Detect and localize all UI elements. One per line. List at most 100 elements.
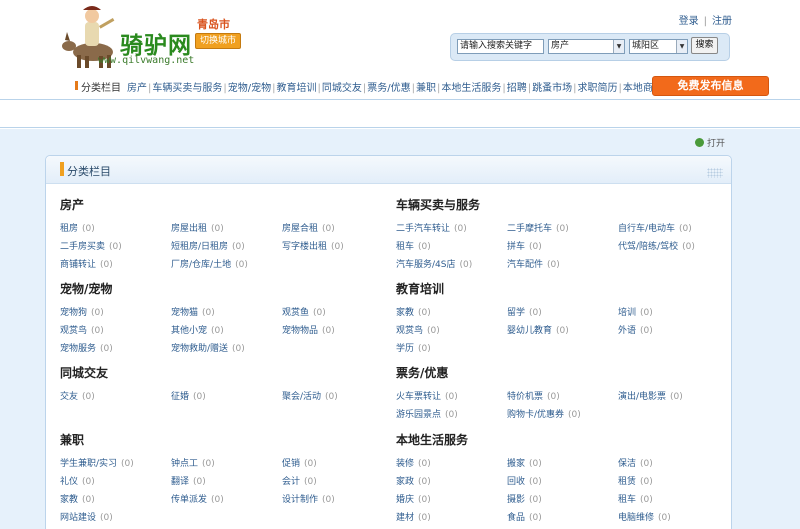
area-select[interactable]: 城阳区 ▼: [629, 39, 688, 54]
category-link[interactable]: 家教 (0): [60, 492, 95, 505]
search-button[interactable]: 搜索: [691, 37, 718, 54]
category-link[interactable]: 汽车服务/4S店 (0): [396, 257, 472, 270]
section-title[interactable]: 房产: [60, 196, 84, 213]
register-link[interactable]: 注册: [712, 16, 732, 27]
nav-item[interactable]: 兼职: [416, 83, 436, 94]
category-link[interactable]: 二手摩托车 (0): [507, 221, 569, 234]
category-link[interactable]: 家政 (0): [396, 474, 431, 487]
category-link-label: 短租房/日租房: [171, 242, 229, 252]
category-link[interactable]: 学历 (0): [396, 341, 431, 354]
category-link[interactable]: 游乐园景点 (0): [396, 407, 458, 420]
publish-info-button[interactable]: 免费发布信息: [652, 76, 769, 96]
nav-item[interactable]: 宠物/宠物: [228, 83, 271, 94]
category-link[interactable]: 宠物物品 (0): [282, 323, 335, 336]
category-link[interactable]: 征婚 (0): [171, 389, 206, 402]
category-link[interactable]: 学生兼职/实习 (0): [60, 456, 134, 469]
category-link[interactable]: 宠物狗 (0): [60, 305, 104, 318]
category-link[interactable]: 摄影 (0): [507, 492, 542, 505]
nav-item[interactable]: 本地生活服务: [441, 83, 501, 94]
nav-item[interactable]: 车辆买卖与服务: [152, 83, 222, 94]
category-link[interactable]: 促销 (0): [282, 456, 317, 469]
category-count: (0): [121, 459, 134, 469]
category-link-label: 宠物物品: [282, 326, 319, 336]
category-link[interactable]: 宠物救助/赠送 (0): [171, 341, 245, 354]
nav-item[interactable]: 求职简历: [578, 83, 618, 94]
switch-city-button[interactable]: 切换城市: [195, 33, 242, 49]
nav-item[interactable]: 同城交友: [322, 83, 362, 94]
nav-items: 房产|车辆买卖与服务|宠物/宠物|教育培训|同城交友|票务/优惠|兼职|本地生活…: [127, 79, 663, 94]
category-count: (0): [640, 495, 653, 505]
category-link[interactable]: 食品 (0): [507, 510, 542, 523]
category-link[interactable]: 自行车/电动车 (0): [618, 221, 692, 234]
category-link-label: 网站建设: [60, 513, 97, 523]
category-link[interactable]: 演出/电影票 (0): [618, 389, 683, 402]
login-link[interactable]: 登录: [679, 16, 699, 27]
category-link[interactable]: 电脑维修 (0): [618, 510, 671, 523]
category-link[interactable]: 房屋出租 (0): [171, 221, 224, 234]
category-link-label: 观赏鱼: [282, 308, 310, 318]
category-link[interactable]: 聚会/活动 (0): [282, 389, 338, 402]
nav-item[interactable]: 房产: [127, 83, 147, 94]
category-link[interactable]: 写字楼出租 (0): [282, 239, 344, 252]
category-link[interactable]: 回收 (0): [507, 474, 542, 487]
category-link[interactable]: 留学 (0): [507, 305, 542, 318]
category-link[interactable]: 翻译 (0): [171, 474, 206, 487]
category-link[interactable]: 租房 (0): [60, 221, 95, 234]
nav-item[interactable]: 教育培训: [277, 83, 317, 94]
category-link[interactable]: 租赁 (0): [618, 474, 653, 487]
category-link[interactable]: 宠物服务 (0): [60, 341, 113, 354]
category-link[interactable]: 婴幼儿教育 (0): [507, 323, 569, 336]
category-link[interactable]: 交友 (0): [60, 389, 95, 402]
category-link[interactable]: 外语 (0): [618, 323, 653, 336]
category-link[interactable]: 观赏鸟 (0): [396, 323, 440, 336]
category-link[interactable]: 培训 (0): [618, 305, 653, 318]
section-title[interactable]: 车辆买卖与服务: [396, 196, 480, 213]
category-link[interactable]: 装修 (0): [396, 456, 431, 469]
section-title[interactable]: 教育培训: [396, 280, 444, 297]
category-link[interactable]: 短租房/日租房 (0): [171, 239, 245, 252]
category-link[interactable]: 汽车配件 (0): [507, 257, 560, 270]
category-link[interactable]: 网站建设 (0): [60, 510, 113, 523]
section-title[interactable]: 兼职: [60, 431, 84, 448]
section-title[interactable]: 宠物/宠物: [60, 280, 112, 297]
category-link[interactable]: 房屋合租 (0): [282, 221, 335, 234]
category-link[interactable]: 二手房买卖 (0): [60, 239, 122, 252]
category-link[interactable]: 火车票转让 (0): [396, 389, 458, 402]
category-link-label: 演出/电影票: [618, 392, 667, 402]
category-link[interactable]: 建材 (0): [396, 510, 431, 523]
category-link[interactable]: 礼仪 (0): [60, 474, 95, 487]
category-link[interactable]: 观赏鱼 (0): [282, 305, 326, 318]
category-link[interactable]: 厂房/仓库/土地 (0): [171, 257, 248, 270]
category-link[interactable]: 观赏鸟 (0): [60, 323, 104, 336]
category-link[interactable]: 租车 (0): [618, 492, 653, 505]
category-link[interactable]: 保洁 (0): [618, 456, 653, 469]
category-link[interactable]: 婚庆 (0): [396, 492, 431, 505]
search-input[interactable]: 请输入搜索关键字: [457, 39, 544, 54]
category-link[interactable]: 拼车 (0): [507, 239, 542, 252]
section-title[interactable]: 本地生活服务: [396, 431, 468, 448]
section-title[interactable]: 同城交友: [60, 364, 108, 381]
category-select[interactable]: 房产 ▼: [548, 39, 625, 54]
category-link[interactable]: 租车 (0): [396, 239, 431, 252]
section-title[interactable]: 票务/优惠: [396, 364, 448, 381]
category-count: (0): [331, 242, 344, 252]
category-link[interactable]: 二手汽车转让 (0): [396, 221, 467, 234]
nav-item[interactable]: 跳蚤市场: [532, 83, 572, 94]
category-link[interactable]: 传单派发 (0): [171, 492, 224, 505]
nav-item[interactable]: 招聘: [507, 83, 527, 94]
category-link[interactable]: 宠物猫 (0): [171, 305, 215, 318]
category-count: (0): [100, 260, 113, 270]
current-city: 青岛市: [197, 18, 230, 31]
category-link[interactable]: 商铺转让 (0): [60, 257, 113, 270]
category-link[interactable]: 代驾/陪练/驾校 (0): [618, 239, 695, 252]
category-link[interactable]: 搬家 (0): [507, 456, 542, 469]
nav-item[interactable]: 票务/优惠: [367, 83, 410, 94]
category-link[interactable]: 家教 (0): [396, 305, 431, 318]
category-link[interactable]: 会计 (0): [282, 474, 317, 487]
category-link[interactable]: 购物卡/优惠券 (0): [507, 407, 581, 420]
category-link[interactable]: 设计制作 (0): [282, 492, 335, 505]
category-link[interactable]: 钟点工 (0): [171, 456, 215, 469]
category-link[interactable]: 其他小宠 (0): [171, 323, 224, 336]
category-link[interactable]: 特价机票 (0): [507, 389, 560, 402]
open-link[interactable]: 打开: [695, 136, 725, 149]
